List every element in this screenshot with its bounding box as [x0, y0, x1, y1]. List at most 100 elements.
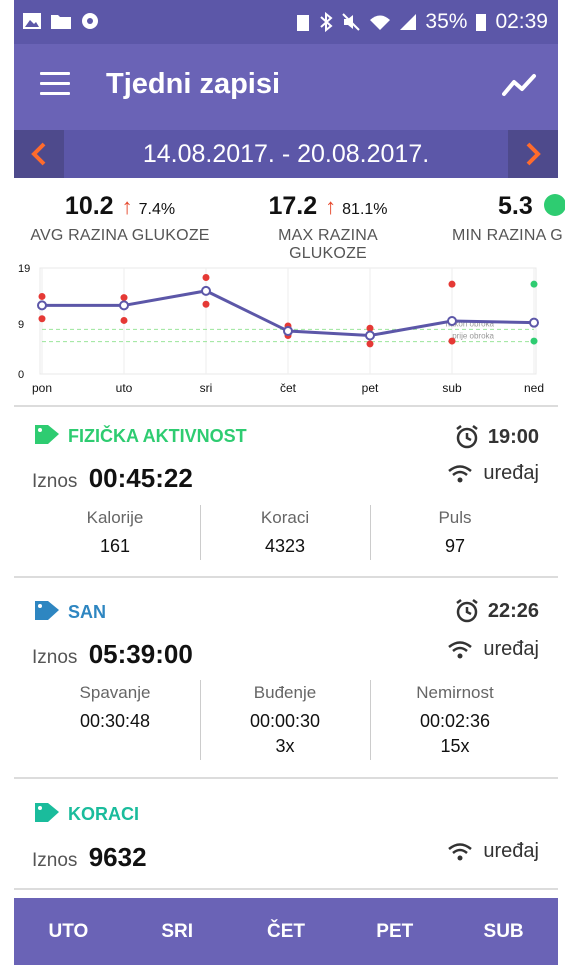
sleep-device: uređaj: [447, 638, 539, 661]
tag-icon: [35, 425, 59, 444]
amount-label: Iznos: [32, 850, 78, 871]
steps-cell: Koraci 4323: [200, 508, 370, 557]
min-glucose-value: 5.3: [498, 192, 533, 220]
chevron-right-icon: [526, 142, 541, 166]
calories-label: Kalorije: [86, 508, 144, 527]
restlessness-count: 15x: [440, 736, 470, 756]
max-glucose-value: 17.2: [268, 192, 318, 220]
reading-point: [530, 280, 538, 288]
activity-title: FIZIČKA AKTIVNOST: [68, 426, 247, 446]
amount-label: Iznos: [32, 471, 78, 492]
week-navigator: 14.08.2017. - 20.08.2017.: [14, 130, 558, 178]
previous-week-button[interactable]: [14, 130, 64, 178]
y-tick-label: 9: [18, 319, 24, 331]
activity-device: uređaj: [447, 462, 539, 485]
min-glucose-stat: 5.3 MIN RAZINA G: [450, 192, 565, 245]
reference-line-label: prije obroka: [452, 332, 494, 341]
battery-saver-icon: [297, 15, 310, 31]
sleep-time-value: 22:26: [487, 599, 539, 622]
bluetooth-icon: [320, 11, 333, 33]
min-glucose-label: MIN RAZINA G: [452, 227, 563, 244]
arrow-down-circle-icon: [544, 194, 565, 216]
folder-icon: [51, 15, 71, 29]
reading-point: [202, 300, 210, 308]
mute-icon: [342, 13, 361, 31]
reading-point: [120, 294, 128, 302]
x-tick-label: ned: [524, 381, 544, 395]
steps-label: Koraci: [260, 508, 310, 527]
restlessness-label: Nemirnost: [416, 683, 494, 702]
restlessness-value: 00:02:36: [419, 711, 491, 731]
reading-point: [120, 316, 128, 324]
average-point: [119, 300, 129, 311]
tag-icon: [35, 803, 59, 822]
device-label: uređaj: [483, 840, 539, 862]
status-bar: 35% 02:39: [14, 0, 558, 44]
chat-icon: [82, 13, 98, 29]
wifi-icon: [448, 842, 473, 860]
sleeping-cell: Spavanje 00:30:48: [30, 683, 200, 732]
tab-uto[interactable]: UTO: [18, 921, 118, 943]
pulse-value: 97: [444, 536, 466, 556]
avg-glucose-stat: 10.2 ↑ 7.4% AVG RAZINA GLUKOZE: [30, 192, 210, 245]
chevron-left-icon: [31, 142, 46, 166]
divider: [14, 888, 558, 890]
tab-sub[interactable]: SUB: [454, 921, 554, 943]
max-glucose-stat: 17.2 ↑ 81.1% MAX RAZINA GLUKOZE: [238, 192, 418, 263]
steps-amount: Iznos 9632: [32, 842, 147, 873]
alarm-clock-icon: [456, 425, 478, 449]
next-week-button[interactable]: [508, 130, 558, 178]
max-glucose-change: 81.1%: [342, 201, 388, 218]
average-point: [447, 316, 457, 326]
restlessness-cell: Nemirnost 00:02:36 15x: [370, 683, 540, 757]
avg-glucose-change: 7.4%: [138, 201, 176, 218]
page-title: Tjedni zapisi: [106, 68, 281, 100]
reading-point: [366, 340, 374, 348]
sleep-title: SAN: [68, 602, 107, 622]
device-label: uređaj: [483, 638, 539, 660]
x-tick-label: sri: [200, 381, 213, 395]
average-point: [201, 285, 211, 296]
battery-percent: 35%: [425, 10, 468, 33]
reading-point: [530, 337, 538, 345]
waking-count: 3x: [275, 736, 295, 756]
arrow-up-icon: ↑: [121, 194, 133, 219]
x-tick-label: pet: [362, 381, 379, 395]
x-tick-label: sub: [442, 381, 462, 395]
divider: [14, 777, 558, 779]
trend-chart-icon[interactable]: [502, 70, 538, 100]
tab-pet[interactable]: PET: [345, 921, 445, 943]
avg-glucose-label: AVG RAZINA GLUKOZE: [30, 227, 210, 244]
arrow-up-icon: ↑: [325, 194, 337, 219]
x-tick-label: pon: [32, 381, 52, 395]
calories-cell: Kalorije 161: [30, 508, 200, 557]
steps-amount-value: 9632: [88, 842, 147, 872]
waking-value: 00:00:30: [249, 711, 321, 731]
steps-device: uređaj: [447, 840, 539, 863]
day-tabs: UTO SRI ČET PET SUB: [14, 898, 558, 965]
x-tick-label: uto: [116, 381, 133, 395]
activity-amount-value: 00:45:22: [88, 463, 193, 493]
app-bar: Tjedni zapisi: [14, 44, 558, 130]
reading-point: [448, 337, 456, 345]
average-point: [529, 317, 539, 328]
average-point: [37, 300, 47, 311]
menu-icon[interactable]: [40, 72, 70, 96]
glucose-chart: nakon obrokaprije obroka 1990pon uto sri če…: [18, 263, 544, 395]
battery-icon: [476, 14, 487, 31]
sleeping-label: Spavanje: [79, 683, 151, 702]
device-label: uređaj: [483, 462, 539, 484]
date-range: 14.08.2017. - 20.08.2017.: [64, 130, 508, 178]
wifi-icon: [370, 15, 391, 30]
divider: [14, 405, 558, 407]
y-tick-label: 0: [18, 369, 24, 381]
y-tick-label: 19: [18, 263, 30, 275]
x-tick-label: čet: [280, 381, 297, 395]
alarm-clock-icon: [456, 599, 478, 623]
reading-point: [38, 292, 46, 300]
tab-sri[interactable]: SRI: [127, 921, 227, 943]
average-point: [365, 330, 375, 341]
signal-icon: [400, 14, 417, 30]
tab-cet[interactable]: ČET: [236, 921, 336, 943]
waking-cell: Buđenje 00:00:30 3x: [200, 683, 370, 757]
